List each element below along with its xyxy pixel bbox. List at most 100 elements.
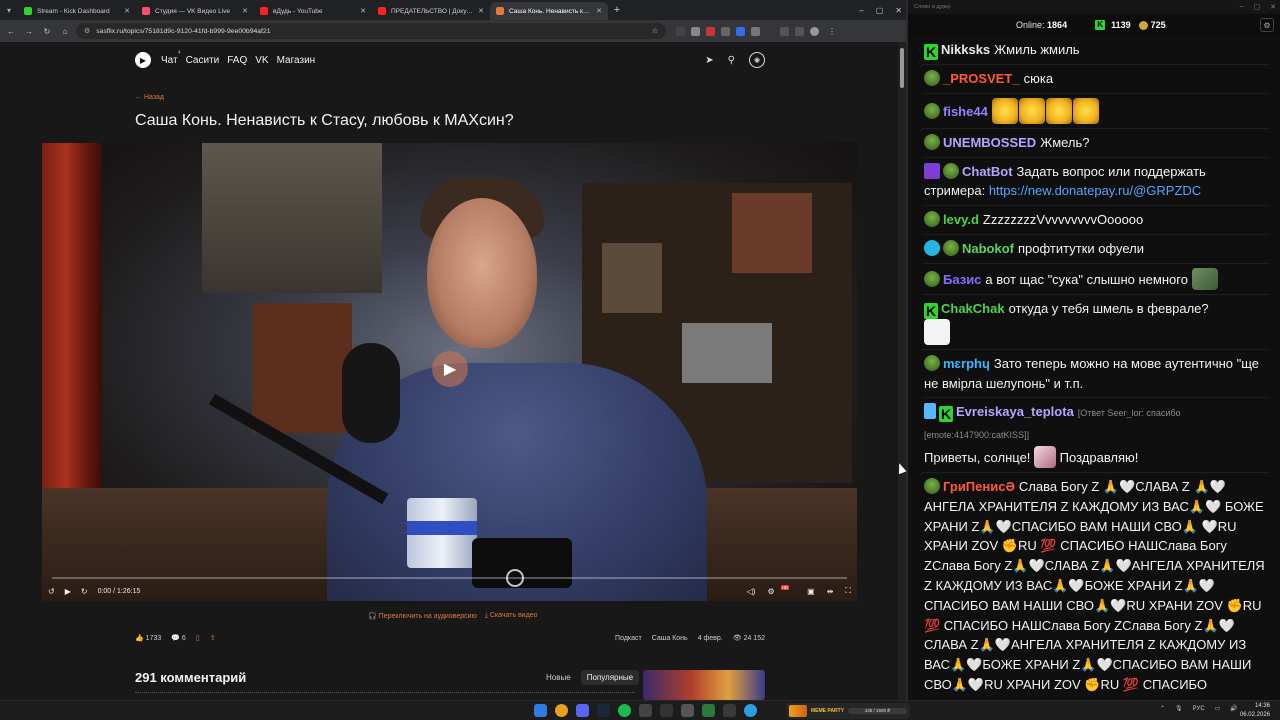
chat-username[interactable]: _PROSVET_ <box>943 71 1020 86</box>
donation-goal-widget[interactable]: MEME PARTY 435 / 1500 ₽ <box>786 703 910 719</box>
spotify-icon[interactable] <box>618 704 631 717</box>
app-icon[interactable] <box>723 704 736 717</box>
fullscreen-icon[interactable]: ⛶ <box>845 586 851 596</box>
browser-tab[interactable]: ПРЕДАТЕЛЬСТВО | Документальный... ✕ <box>372 2 490 20</box>
audio-version-link[interactable]: 🎧 Переключить на аудиоверсию <box>368 612 477 620</box>
clock[interactable]: 14:36 06.02.2026 <box>1240 702 1270 719</box>
rewind-icon[interactable]: ↺ <box>48 587 55 596</box>
maximize-button[interactable]: ▢ <box>876 6 884 15</box>
mic-icon[interactable]: 🎙 <box>1175 705 1183 712</box>
browser-tab[interactable]: Саша Конь. Ненависть к Стасу... ✕ <box>490 2 608 20</box>
telegram-icon[interactable] <box>744 704 757 717</box>
chat-username[interactable]: ГриПенисӘ <box>943 479 1015 494</box>
chat-settings-gear-icon[interactable]: ⚙ <box>1260 18 1274 32</box>
tab-close-icon[interactable]: ✕ <box>478 7 484 15</box>
address-bar[interactable]: ⚙ sasflix.ru/topics/75181d9c-9120-41fd-b… <box>76 23 666 39</box>
chat-username[interactable]: Evreiskaya_teplota <box>956 404 1074 419</box>
chat-link[interactable]: https://new.donatepay.ru/@GRPZDC <box>989 183 1201 198</box>
bookmark-star-icon[interactable]: ☆ <box>652 27 658 35</box>
send-icon[interactable]: ➤ <box>705 55 713 66</box>
nav-link[interactable]: Сасити <box>186 55 220 66</box>
chat-username[interactable]: ChakChak <box>941 301 1005 316</box>
extension-icon[interactable] <box>676 26 685 36</box>
extension-icon[interactable] <box>706 26 715 36</box>
tab-close-icon[interactable]: ✕ <box>360 7 366 15</box>
back-link[interactable]: ← Назад <box>135 94 164 101</box>
nav-link[interactable]: Магазин <box>277 55 316 66</box>
nav-link[interactable]: VK <box>255 55 268 66</box>
share-icon[interactable]: ⇪ <box>210 634 216 642</box>
tab-close-icon[interactable]: ✕ <box>596 7 602 15</box>
puzzle-icon[interactable] <box>751 26 760 36</box>
volume-icon[interactable]: ◁) <box>747 587 756 596</box>
search-icon[interactable]: ⚲ <box>728 55 735 66</box>
app-icon[interactable] <box>639 704 652 717</box>
nav-link[interactable]: FAQ <box>227 55 247 66</box>
chat-username[interactable]: Nikksks <box>941 42 990 57</box>
chat-username[interactable]: levy.d <box>943 212 979 227</box>
play-icon[interactable]: ▶ <box>65 587 71 596</box>
volume-icon[interactable]: 🔊 <box>1230 705 1237 712</box>
minimize-button[interactable]: – <box>859 6 863 15</box>
browser-tab[interactable]: вДудь - YouTube ✕ <box>254 2 372 20</box>
tab-close-icon[interactable]: ✕ <box>242 7 248 15</box>
download-video-link[interactable]: ⤓ Скачать видео <box>485 612 538 620</box>
minimize-button[interactable]: – <box>1240 3 1244 11</box>
user-avatar-icon[interactable]: ◉ <box>749 52 765 68</box>
app-icon[interactable] <box>681 704 694 717</box>
forward-icon[interactable]: → <box>22 24 36 38</box>
close-button[interactable]: ✕ <box>1270 3 1276 11</box>
sort-button[interactable]: Популярные <box>580 670 640 685</box>
chat-username[interactable]: UNEMBOSSED <box>943 135 1036 150</box>
chat-username[interactable]: mɛrphɥ <box>943 356 990 371</box>
forward-icon[interactable]: ↻ <box>81 587 88 596</box>
promo-thumbnail[interactable] <box>643 670 765 700</box>
big-play-icon[interactable]: ▶ <box>432 351 468 387</box>
obs-icon[interactable] <box>660 704 673 717</box>
back-icon[interactable]: ← <box>4 24 18 38</box>
app-icon[interactable] <box>702 704 715 717</box>
page-scrollbar[interactable] <box>898 42 906 700</box>
profile-icon[interactable] <box>810 26 819 36</box>
reload-icon[interactable]: ↻ <box>40 24 54 38</box>
chat-username[interactable]: Nabokof <box>962 241 1014 256</box>
bookmark-icon[interactable]: ▯ <box>196 634 200 642</box>
start-windows-icon[interactable] <box>534 704 547 717</box>
sidepanel-icon[interactable] <box>795 26 804 36</box>
site-info-icon[interactable]: ⚙ <box>84 27 90 35</box>
chrome-icon[interactable] <box>555 704 568 717</box>
tab-close-icon[interactable]: ✕ <box>124 7 130 15</box>
browser-tab[interactable]: Stream - Kick Dashboard ✕ <box>18 2 136 20</box>
theater-icon[interactable]: ⇹ <box>827 587 834 596</box>
menu-kebab-icon[interactable]: ⋮ <box>825 24 839 38</box>
video-progress-bar[interactable] <box>52 577 847 579</box>
steam-icon[interactable] <box>597 704 610 717</box>
site-logo-play-icon[interactable]: ▶ <box>135 52 151 68</box>
browser-tab[interactable]: Студия — VK Видео Live ✕ <box>136 2 254 20</box>
network-icon[interactable]: ▭ <box>1215 705 1221 712</box>
extension-icon[interactable] <box>691 26 700 36</box>
chevron-up-icon[interactable]: ⌃ <box>1160 705 1165 712</box>
chat-username[interactable]: ChatBot <box>962 164 1013 179</box>
maximize-button[interactable]: ▢ <box>1254 3 1261 11</box>
nav-link[interactable]: Чат 4 <box>161 50 181 66</box>
download-icon[interactable] <box>780 26 789 36</box>
miniplayer-icon[interactable]: ▣ <box>807 587 815 596</box>
scroll-thumb[interactable] <box>900 48 904 88</box>
discord-icon[interactable] <box>576 704 589 717</box>
sort-button[interactable]: Новые <box>540 670 577 685</box>
close-window-button[interactable]: ✕ <box>895 6 902 15</box>
video-player[interactable]: ▶ ↺ ▶ ↻ 0:00 / 1:26:15 ◁) ⚙ HD ▣ ⇹ ⛶ <box>42 143 857 601</box>
new-tab-button[interactable]: + <box>608 0 626 20</box>
chat-username[interactable]: Базис <box>943 272 981 287</box>
like-button[interactable]: 👍 1733 <box>135 634 161 642</box>
comments-button[interactable]: 💬 6 <box>171 634 186 642</box>
home-icon[interactable]: ⌂ <box>58 24 72 38</box>
language-indicator[interactable]: РУС <box>1193 706 1205 712</box>
settings-gear-icon[interactable]: ⚙ <box>767 587 774 596</box>
extension-icon[interactable] <box>736 26 745 36</box>
author-tag[interactable]: Саша Конь <box>652 635 688 642</box>
category-tag[interactable]: Подкаст <box>615 635 642 642</box>
chat-username[interactable]: fishe44 <box>943 104 988 119</box>
extension-icon[interactable] <box>721 26 730 36</box>
